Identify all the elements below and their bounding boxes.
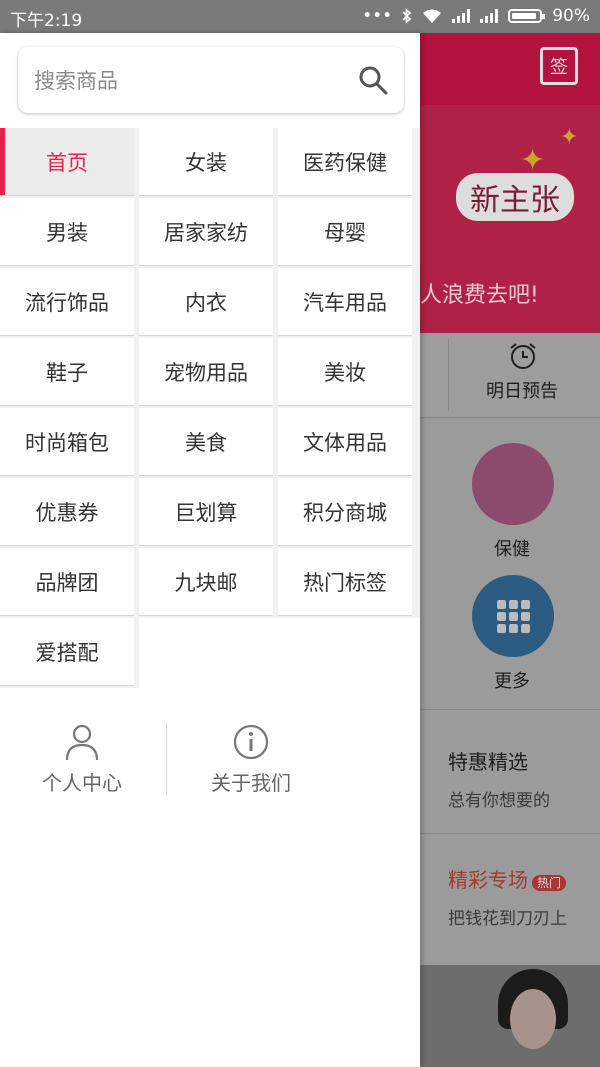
hot-badge: 热门 [532,875,567,891]
bluetooth-icon [402,8,412,24]
battery-percent: 90% [552,6,590,26]
about-link[interactable]: 关于我们 [169,723,333,803]
category-item-home[interactable]: 首页 [0,128,134,195]
wifi-icon [423,9,442,23]
background-app: 签 ✦ ✦ 新主张 人浪费去吧! 明日预告 保健 更多 特惠精选 总有你想要的 … [420,33,600,1067]
category-item[interactable]: 医药保健 [278,128,412,195]
info-icon [233,724,269,760]
category-item[interactable]: 积分商城 [278,478,412,545]
bottom-links: 个人中心 关于我们 [0,723,420,813]
category-item[interactable]: 宠物用品 [139,338,273,405]
category-item[interactable]: 巨划算 [139,478,273,545]
section-deals-title: 特惠精选 [448,750,528,774]
section-special: 精彩专场 热门 把钱花到刀刃上 [420,833,600,958]
category-item[interactable]: 品牌团 [0,548,134,615]
section-deals: 特惠精选 总有你想要的 [420,709,600,834]
grid-filler [139,618,420,724]
category-grid: 首页 女装 医药保健 男装 居家家纺 母婴 流行饰品 内衣 汽车用品 鞋子 宠物… [0,128,420,724]
tab-divider [448,339,449,411]
banner-subtitle: 人浪费去吧! [420,283,539,308]
category-item[interactable]: 流行饰品 [0,268,134,335]
health-category-icon [472,443,554,525]
category-item[interactable]: 汽车用品 [278,268,412,335]
status-icons: ••• 90% [362,6,590,26]
category-item[interactable]: 内衣 [139,268,273,335]
more-category-icon [472,575,554,657]
sign-in-icon: 签 [540,47,578,85]
category-item[interactable]: 爱搭配 [0,618,134,685]
star-icon-2: ✦ [560,125,579,150]
sign-in-label: 签 [550,57,568,78]
signal-icon [452,9,471,23]
category-item[interactable]: 文体用品 [278,408,412,475]
more-dots-icon: ••• [362,6,393,26]
category-item[interactable]: 男装 [0,198,134,265]
status-bar: 下午2:19 ••• 90% [0,0,600,33]
category-item[interactable]: 热门标签 [278,548,412,615]
category-item[interactable]: 美食 [139,408,273,475]
search-icon[interactable] [358,65,388,95]
more-category-label: 更多 [494,671,530,692]
section-special-title-text: 精彩专场 [448,868,528,892]
product-photo [420,965,600,1067]
signal-icon-2 [480,9,499,23]
status-time: 下午2:19 [10,11,83,31]
category-item[interactable]: 优惠券 [0,478,134,545]
section-special-title: 精彩专场 热门 [448,864,567,893]
background-header: 签 [420,33,600,105]
grid-filler-2 [0,688,139,724]
health-category-label: 保健 [494,539,530,560]
category-item[interactable]: 时尚箱包 [0,408,134,475]
battery-icon [508,9,546,23]
profile-link[interactable]: 个人中心 [0,723,164,803]
photo-face [510,989,556,1049]
category-item[interactable]: 九块邮 [139,548,273,615]
category-item[interactable]: 美妆 [278,338,412,405]
tab-tomorrow: 明日预告 [486,381,558,402]
search-input[interactable] [32,47,356,115]
profile-label: 个人中心 [42,771,122,795]
category-item[interactable]: 鞋子 [0,338,134,405]
search-box [18,47,404,115]
person-icon [65,724,99,761]
section-special-subtitle: 把钱花到刀刃上 [448,909,567,929]
about-label: 关于我们 [211,771,291,795]
section-deals-subtitle: 总有你想要的 [448,791,550,811]
banner-title: 新主张 [456,173,574,221]
alarm-clock-icon [510,343,536,369]
category-item[interactable]: 居家家纺 [139,198,273,265]
bottom-divider [166,723,167,795]
navigation-drawer: 首页 女装 医药保健 男装 居家家纺 母婴 流行饰品 内衣 汽车用品 鞋子 宠物… [0,33,420,1067]
background-tabs: 明日预告 [420,333,600,418]
category-item[interactable]: 女装 [139,128,273,195]
background-banner: ✦ ✦ 新主张 人浪费去吧! [420,105,600,333]
category-item[interactable]: 母婴 [278,198,412,265]
